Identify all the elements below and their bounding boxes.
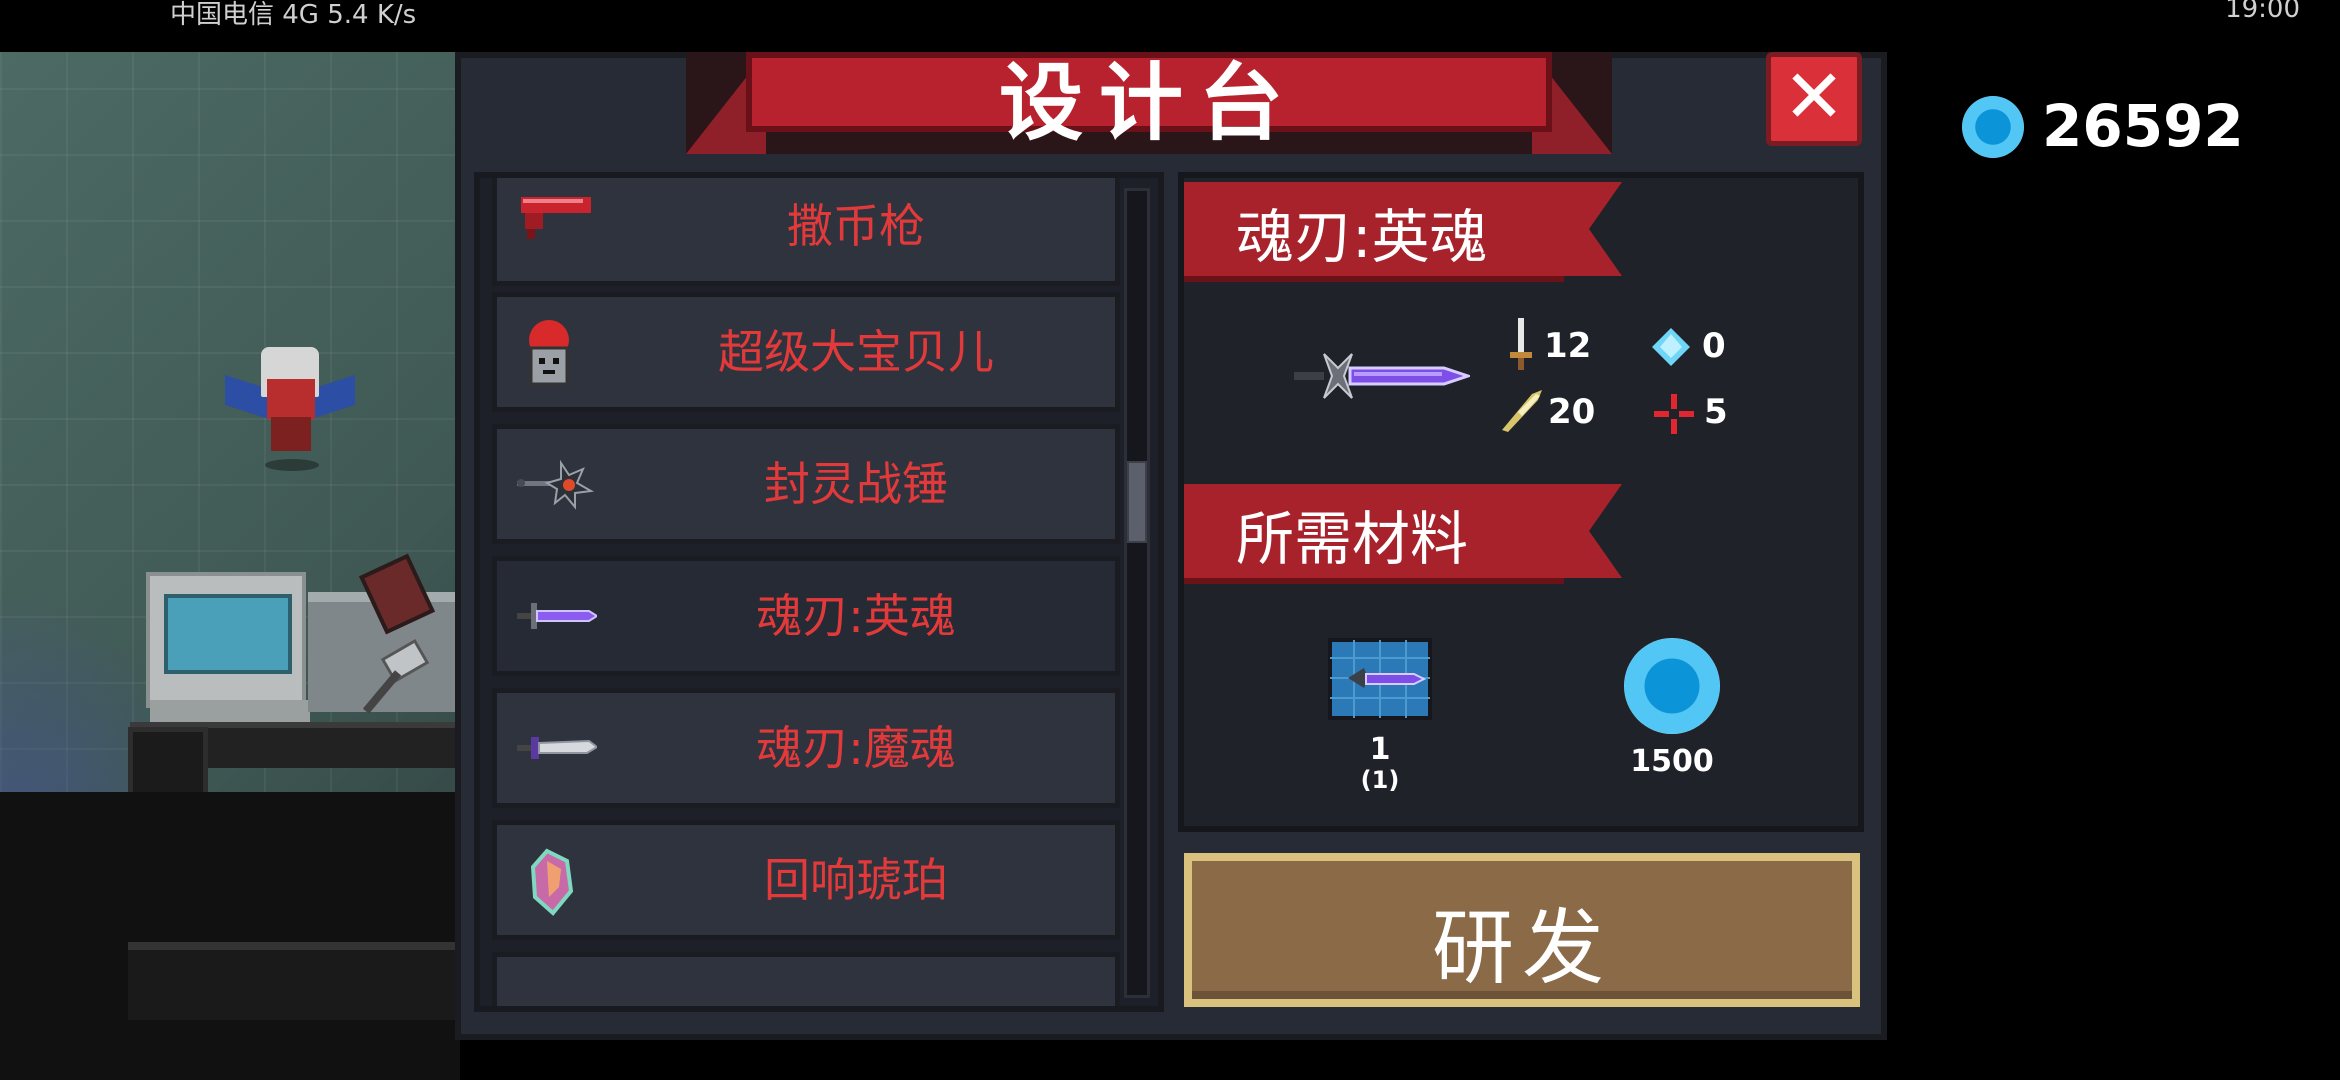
list-item[interactable]: 回响琥珀 <box>492 820 1120 940</box>
list-item[interactable]: 魂刃:魔魂 <box>492 688 1120 808</box>
weapon-detail-panel: 魂刃:英魂 12 0 20 5 所需材料 1 (1) 1500 <box>1178 172 1864 832</box>
player-character <box>225 337 355 477</box>
blueprint-owned: (1) <box>1360 766 1400 794</box>
dark-sword-icon <box>517 737 597 759</box>
weapon-preview-icon <box>1294 353 1470 399</box>
crosshair-icon <box>1654 394 1694 434</box>
list-item-label: 撒币枪 <box>787 199 925 253</box>
close-icon: ✕ <box>1782 54 1845 140</box>
stat-crit: 20 <box>1548 392 1596 432</box>
crit-blade-icon <box>1502 390 1542 432</box>
currency-value: 26592 <box>2042 92 2244 160</box>
scroll-thumb[interactable] <box>1127 461 1147 543</box>
list-item-label: ... <box>834 985 878 1012</box>
status-left: 中国电信 4G 5.4 K/s <box>170 0 417 30</box>
blueprint-count: 1 <box>1369 732 1391 767</box>
develop-button-label: 研发 <box>1431 901 1612 996</box>
game-world <box>0 52 460 1080</box>
blueprint-icon <box>1328 638 1432 720</box>
energy-crystal-icon <box>1652 328 1690 366</box>
list-item-selected[interactable]: 魂刃:英魂 <box>492 556 1120 676</box>
stat-damage: 12 <box>1544 326 1592 366</box>
warhammer-icon <box>517 459 595 510</box>
materials-ribbon: 所需材料 <box>1184 484 1622 584</box>
list-item[interactable]: 超级大宝贝儿 <box>492 292 1120 412</box>
weapon-list[interactable]: 撒币枪 超级大宝贝儿 封灵战锤 魂刃:英魂 魂刃:魔魂 回响琥珀 ... <box>474 172 1164 1012</box>
dialog-title: 设计台 <box>998 54 1299 152</box>
stat-accuracy: 5 <box>1704 392 1728 432</box>
gem-icon <box>1624 638 1720 734</box>
list-item-label: 回响琥珀 <box>764 853 948 907</box>
close-button[interactable]: ✕ <box>1766 52 1862 146</box>
currency-display: 26592 <box>1962 92 2244 164</box>
gem-cost: 1500 <box>1630 744 1714 779</box>
list-item-label: 魂刃:魔魂 <box>756 721 956 775</box>
purple-sword-icon <box>517 603 597 629</box>
list-scrollbar[interactable] <box>1124 188 1150 998</box>
gun-icon <box>521 197 591 239</box>
materials-title: 所需材料 <box>1236 505 1469 573</box>
relic-icon <box>517 977 597 1012</box>
mask-icon <box>529 320 569 386</box>
weapon-name: 魂刃:英魂 <box>1236 203 1488 271</box>
gem-icon <box>1962 96 2024 158</box>
develop-button[interactable]: 研发 <box>1184 853 1860 1007</box>
list-item-label: 封灵战锤 <box>764 457 948 511</box>
list-item[interactable]: 封灵战锤 <box>492 424 1120 544</box>
dialog-title-banner: 设计台 <box>686 52 1612 154</box>
weapon-name-ribbon: 魂刃:英魂 <box>1184 182 1622 282</box>
amber-icon <box>530 848 574 916</box>
damage-sword-icon <box>1510 318 1532 370</box>
status-right: 19:00 <box>2225 0 2300 24</box>
list-item-label: 魂刃:英魂 <box>756 589 956 643</box>
stat-energy: 0 <box>1702 326 1726 366</box>
list-item[interactable]: 撒币枪 <box>492 178 1120 286</box>
list-item[interactable]: ... <box>492 952 1120 1012</box>
list-item-label: 超级大宝贝儿 <box>718 325 994 379</box>
computer-monitor <box>146 572 310 728</box>
